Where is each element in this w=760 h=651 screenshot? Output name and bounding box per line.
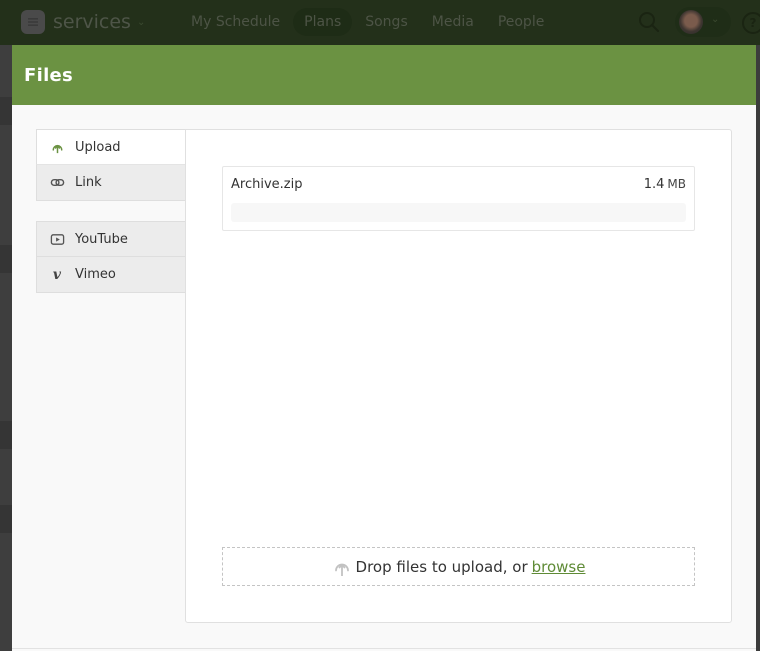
file-size-unit: MB	[667, 177, 686, 191]
tab-upload[interactable]: Upload	[36, 129, 186, 165]
tab-label: Upload	[75, 139, 121, 155]
files-modal: Files Upload Link YouTube v Vimeo Archiv…	[12, 45, 756, 651]
background-page	[0, 45, 12, 651]
source-tabs: Upload Link YouTube v Vimeo	[36, 129, 186, 293]
browse-link[interactable]: browse	[532, 558, 586, 576]
main-nav: My Schedule Plans Songs Media People	[180, 8, 557, 36]
user-menu[interactable]: ⌄	[675, 7, 731, 37]
tab-group-video: YouTube v Vimeo	[36, 221, 186, 293]
cloud-upload-icon	[49, 139, 65, 155]
modal-footer-divider	[12, 648, 756, 649]
tab-label: YouTube	[75, 231, 128, 247]
nav-songs[interactable]: Songs	[354, 8, 419, 36]
app-name: services	[53, 11, 131, 33]
tab-group-files: Upload Link	[36, 129, 186, 201]
background-row	[0, 97, 12, 125]
app-switcher[interactable]: services ⌄	[21, 10, 145, 34]
nav-people[interactable]: People	[487, 8, 556, 36]
nav-media[interactable]: Media	[421, 8, 485, 36]
dropzone[interactable]: Drop files to upload, or browse	[222, 547, 695, 586]
nav-plans[interactable]: Plans	[293, 8, 353, 36]
chevron-down-icon: ⌄	[136, 16, 146, 28]
upload-panel: Archive.zip 1.4 MB Drop files to upload, …	[185, 129, 732, 623]
modal-title: Files	[24, 64, 74, 86]
dropzone-text: Drop files to upload, or	[355, 557, 528, 576]
background-row	[0, 505, 12, 533]
file-list-item: Archive.zip 1.4 MB	[222, 166, 695, 231]
nav-my-schedule[interactable]: My Schedule	[180, 8, 291, 36]
vimeo-icon: v	[52, 266, 62, 283]
background-row	[0, 421, 12, 449]
tab-youtube[interactable]: YouTube	[36, 221, 186, 257]
tab-label: Vimeo	[75, 267, 116, 282]
services-logo-icon	[21, 10, 45, 34]
tab-label: Link	[75, 175, 102, 190]
youtube-icon	[49, 231, 65, 247]
chevron-down-icon: ⌄	[711, 14, 720, 25]
background-row	[0, 245, 12, 273]
tab-vimeo[interactable]: v Vimeo	[36, 257, 186, 293]
upload-progress-bar	[231, 203, 686, 222]
file-name: Archive.zip	[231, 177, 303, 192]
help-icon[interactable]: ?	[742, 12, 760, 34]
file-size-value: 1.4	[643, 177, 665, 192]
tab-link[interactable]: Link	[36, 165, 186, 201]
file-size: 1.4 MB	[644, 177, 686, 192]
avatar	[679, 10, 703, 34]
search-icon[interactable]	[638, 11, 660, 33]
top-nav: services ⌄ My Schedule Plans Songs Media…	[0, 0, 760, 45]
cloud-upload-icon	[334, 563, 349, 576]
modal-header: Files	[12, 45, 756, 105]
link-icon	[49, 175, 65, 191]
